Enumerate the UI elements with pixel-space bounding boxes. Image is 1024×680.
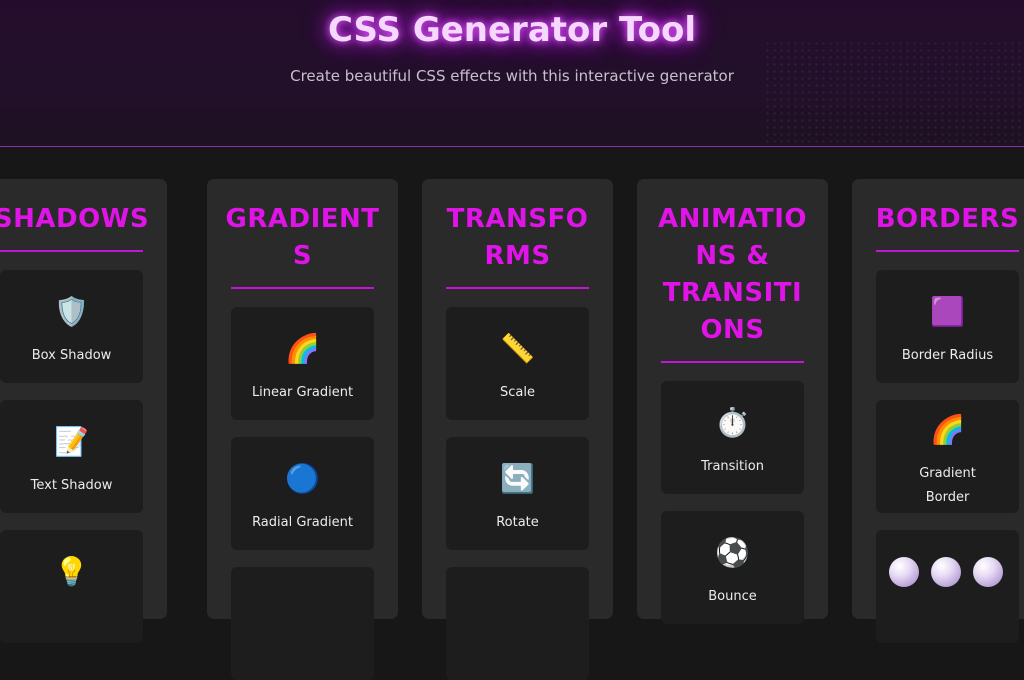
heading-divider [876, 250, 1019, 252]
soccer-ball-icon: ⚽ [715, 536, 750, 569]
blue-circle-icon: 🔵 [285, 462, 320, 495]
dot-pattern-decoration [764, 40, 1024, 146]
card-label: Border Radius [901, 348, 994, 363]
heading-divider [231, 287, 374, 289]
page-subtitle: Create beautiful CSS effects with this i… [290, 67, 734, 85]
generator-card[interactable]: 💡 [0, 530, 143, 643]
shield-icon: 🛡️ [54, 295, 89, 328]
pearl-icon [889, 557, 919, 587]
category-heading: SHADOWS [0, 201, 155, 238]
generator-card-linear-gradient[interactable]: 🌈 Linear Gradient [231, 307, 374, 420]
category-heading-line: TRANSITI [662, 278, 803, 308]
card-label: Text Shadow [30, 478, 113, 493]
category-column-borders: BORDERS 🟪 Border Radius 🌈 Gradient Border [852, 179, 1024, 643]
category-heading-line: ANIMATIO [657, 204, 808, 234]
category-column-transforms: TRANSFO RMS 📏 Scale 🔄 Rotate [422, 179, 613, 680]
heading-divider [0, 250, 143, 252]
category-heading-line: TRANSFO [446, 204, 589, 234]
heading-divider [446, 287, 589, 289]
category-heading-line: GRADIENT [225, 204, 380, 234]
rainbow-icon: 🌈 [285, 332, 320, 365]
generator-card-text-shadow[interactable]: 📝 Text Shadow [0, 400, 143, 513]
page-title: CSS Generator Tool [327, 10, 697, 50]
category-column-gradients: GRADIENT S 🌈 Linear Gradient 🔵 Radial Gradien… [207, 179, 398, 680]
category-column-shadows: SHADOWS 🛡️ Box Shadow 📝 Text Shadow 💡 [0, 179, 167, 643]
generator-card-border-radius[interactable]: 🟪 Border Radius [876, 270, 1019, 383]
memo-icon: 📝 [54, 425, 89, 458]
pearl-icon [931, 557, 961, 587]
generator-card-scale[interactable]: 📏 Scale [446, 307, 589, 420]
category-heading: GRADIENT S [219, 201, 386, 275]
category-heading: TRANSFO RMS [434, 201, 601, 275]
heading-divider [661, 361, 804, 363]
lightbulb-icon: 💡 [54, 555, 89, 588]
card-label: Gradient [919, 466, 976, 481]
card-label: Transition [701, 459, 764, 474]
purple-square-icon: 🟪 [930, 295, 965, 328]
card-label: Bounce [708, 589, 757, 604]
card-label: Linear Gradient [251, 385, 354, 400]
rainbow-icon: 🌈 [930, 413, 965, 446]
generator-card-transition[interactable]: ⏱️ Transition [661, 381, 804, 494]
category-heading-line: BORDERS [875, 204, 1020, 234]
category-heading-line: ONS [700, 315, 765, 345]
generator-card[interactable] [231, 567, 374, 680]
category-heading: BORDERS [864, 201, 1024, 238]
category-column-animations: ANIMATIO NS & TRANSITI ONS ⏱️ Transition ⚽ Boun… [637, 179, 828, 624]
generator-card-gradient-border[interactable]: 🌈 Gradient Border [876, 400, 1019, 513]
ruler-icon: 📏 [500, 332, 535, 365]
card-label: Radial Gradient [252, 515, 353, 530]
rotate-arrows-icon: 🔄 [500, 462, 535, 495]
category-heading-line: S [292, 241, 313, 271]
card-label: Border [925, 490, 970, 505]
generator-card[interactable] [876, 530, 1019, 643]
category-heading: ANIMATIO NS & TRANSITI ONS [649, 201, 816, 349]
generator-card-bounce[interactable]: ⚽ Bounce [661, 511, 804, 624]
generator-card-radial-gradient[interactable]: 🔵 Radial Gradient [231, 437, 374, 550]
page-header: CSS Generator Tool Create beautiful CSS … [0, 0, 1024, 147]
generator-card-box-shadow[interactable]: 🛡️ Box Shadow [0, 270, 143, 383]
card-label: Box Shadow [31, 348, 112, 363]
generator-card-rotate[interactable]: 🔄 Rotate [446, 437, 589, 550]
card-label: Rotate [496, 515, 539, 530]
category-heading-line: RMS [484, 241, 551, 271]
category-heading-line: NS & [695, 241, 770, 271]
generator-card[interactable] [446, 567, 589, 680]
card-label: Scale [500, 385, 535, 400]
category-heading-line: SHADOWS [0, 204, 150, 234]
pearl-icon [973, 557, 1003, 587]
stopwatch-icon: ⏱️ [715, 406, 750, 439]
